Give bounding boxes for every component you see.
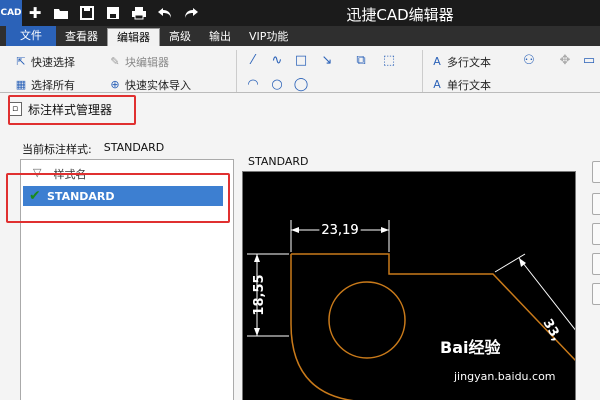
save-as-icon[interactable] xyxy=(100,0,126,26)
singleline-text-label: 单行文本 xyxy=(447,79,491,92)
text-icon: A xyxy=(433,78,441,91)
layer-icon[interactable]: ▭ xyxy=(580,52,598,70)
annotation-highlight-title xyxy=(8,95,136,125)
import-icon: ⊕ xyxy=(110,78,120,91)
window-title: 迅捷CAD编辑器 xyxy=(346,6,454,24)
tab-viewer[interactable]: 查看器 xyxy=(56,28,107,46)
print-icon[interactable] xyxy=(126,0,152,26)
ribbon-tabs: 文件 查看器 编辑器 高级 输出 VIP功能 xyxy=(0,26,600,46)
line-tool-icon[interactable]: ⁄ xyxy=(244,52,262,70)
redo-icon[interactable] xyxy=(178,0,204,26)
part-outline-arc xyxy=(290,254,355,400)
compare-style-button[interactable] xyxy=(592,283,600,305)
select-all-button[interactable]: ▦ 选择所有 xyxy=(14,77,75,93)
save-icon[interactable] xyxy=(74,0,100,26)
title-bar: CAD ✚ 迅捷CAD编辑器 xyxy=(0,0,600,26)
tab-vip[interactable]: VIP功能 xyxy=(240,28,297,46)
new-style-button[interactable] xyxy=(592,193,600,215)
rectangle-tool-icon[interactable]: □ xyxy=(292,52,310,70)
app-logo-icon[interactable]: CAD xyxy=(0,0,22,26)
current-style-label: 当前标注样式: xyxy=(22,143,92,156)
dim-text-left: 18,55 xyxy=(252,274,267,315)
quick-select-button[interactable]: ⇱ 快速选择 xyxy=(14,54,75,70)
annotation-highlight-style xyxy=(6,173,230,223)
preview-drawing: 23,19 23,19 18,55 33, xyxy=(247,220,575,400)
quick-import-button[interactable]: ⊕ 快速实体导入 xyxy=(108,77,191,93)
override-style-button[interactable] xyxy=(592,253,600,275)
curve-tool-icon[interactable]: ∿ xyxy=(268,52,286,70)
ribbon-separator xyxy=(422,50,423,92)
block-editor-label: 块编辑器 xyxy=(125,56,169,69)
screen: CAD ✚ 迅捷CAD编辑器 文件 查看器 编辑器 高级 输出 VIP功能 ⇱ … xyxy=(0,0,600,400)
region-tool-icon[interactable]: ⬚ xyxy=(380,52,398,70)
multiline-text-button[interactable]: A 多行文本 xyxy=(430,54,491,70)
style-preview: 23,19 23,19 18,55 33, xyxy=(242,171,576,400)
watermark-url: jingyan.baidu.com xyxy=(454,370,556,383)
current-style-row: 当前标注样式: STANDARD xyxy=(22,141,164,157)
polyline-tool-icon[interactable]: ↘ xyxy=(318,52,336,70)
quick-import-label: 快速实体导入 xyxy=(125,79,191,92)
quick-access-toolbar: CAD ✚ xyxy=(0,0,204,26)
part-outline xyxy=(291,253,575,361)
dimension-style-manager-dialog: ▫ 标注样式管理器 当前标注样式: STANDARD ▽ 样式名 ✔ STAND… xyxy=(0,92,600,400)
watermark-logo: Bai经验 xyxy=(440,338,501,357)
text-icon: A xyxy=(433,55,441,68)
preview-label: STANDARD xyxy=(248,155,309,168)
current-style-value: STANDARD xyxy=(103,141,165,154)
singleline-text-button[interactable]: A 单行文本 xyxy=(430,77,491,93)
undo-icon[interactable] xyxy=(152,0,178,26)
modify-style-button[interactable] xyxy=(592,223,600,245)
copy-tool-icon[interactable]: ⧉ xyxy=(352,52,370,70)
dim-text-right: 33, xyxy=(540,317,565,344)
new-icon[interactable]: ✚ xyxy=(22,0,48,26)
ribbon-separator xyxy=(236,50,237,92)
multiline-text-label: 多行文本 xyxy=(447,56,491,69)
tab-advanced[interactable]: 高级 xyxy=(160,28,200,46)
move-icon[interactable]: ✥ xyxy=(556,52,574,70)
set-current-button[interactable] xyxy=(592,161,600,183)
open-folder-icon[interactable] xyxy=(48,0,74,26)
quick-select-label: 快速选择 xyxy=(31,56,75,69)
select-all-label: 选择所有 xyxy=(31,79,75,92)
block-editor-button[interactable]: ✎ 块编辑器 xyxy=(108,54,169,70)
ribbon-panel: ⇱ 快速选择 ▦ 选择所有 ✎ 块编辑器 ⊕ 快速实体导入 ⁄ ∿ □ ↘ ⧉ … xyxy=(0,46,600,96)
tab-editor[interactable]: 编辑器 xyxy=(107,28,160,46)
hole-circle xyxy=(328,281,406,359)
tab-output[interactable]: 输出 xyxy=(200,28,240,46)
tab-file[interactable]: 文件 xyxy=(6,26,56,46)
select-all-icon: ▦ xyxy=(15,78,27,91)
block-editor-icon: ✎ xyxy=(110,55,120,68)
attribute-icon[interactable]: ⚇ xyxy=(520,52,538,70)
quick-select-icon: ⇱ xyxy=(16,55,26,68)
dim-text-top-fg: 23,19 xyxy=(321,223,358,238)
